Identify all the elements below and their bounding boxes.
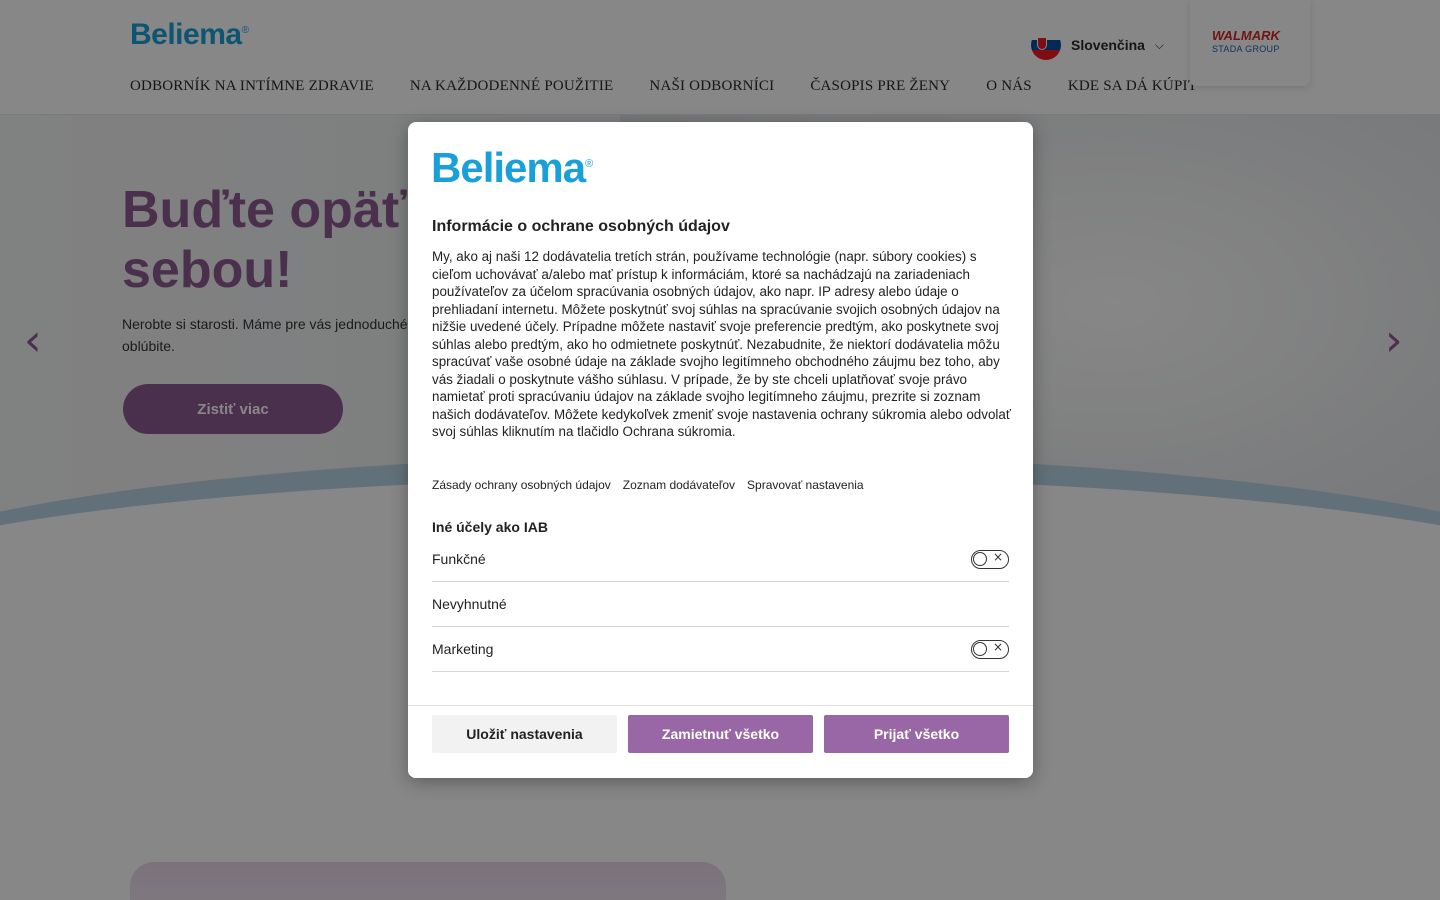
reject-all-button[interactable]: Zamietnuť všetko [628, 715, 813, 753]
modal-body-text: My, ako aj naši 12 dodávatelia tretích s… [432, 249, 1011, 439]
toggle-knob [973, 551, 987, 566]
purpose-label: Nevyhnutné [432, 596, 507, 612]
purpose-row-functional: Funkčné × [432, 537, 1009, 582]
purpose-row-necessary: Nevyhnutné [432, 582, 1009, 627]
non-iab-purposes-label: Iné účely ako IAB [432, 519, 548, 535]
toggle-knob [973, 641, 987, 656]
vendor-list-link[interactable]: Zoznam dodávateľov [623, 478, 735, 492]
functional-toggle[interactable]: × [971, 549, 1009, 569]
purpose-label: Funkčné [432, 551, 486, 567]
save-settings-button[interactable]: Uložiť nastavenia [432, 715, 617, 753]
cookie-consent-dialog: Beliema® Informácie o ochrane osobných ú… [408, 122, 1033, 778]
manage-settings-link[interactable]: Spravovať nastavenia [747, 478, 864, 492]
modal-links: Zásady ochrany osobných údajov Zoznam do… [432, 478, 864, 492]
accept-all-button[interactable]: Prijať všetko [824, 715, 1009, 753]
close-icon: × [992, 549, 1003, 564]
modal-footer: Uložiť nastavenia Zamietnuť všetko Prija… [408, 705, 1033, 778]
purpose-row-marketing: Marketing × [432, 627, 1009, 672]
modal-beliema-logo: Beliema® [431, 144, 593, 191]
purpose-label: Marketing [432, 641, 494, 657]
modal-title: Informácie o ochrane osobných údajov [432, 218, 730, 235]
privacy-policy-link[interactable]: Zásady ochrany osobných údajov [432, 478, 611, 492]
marketing-toggle[interactable]: × [971, 639, 1009, 659]
close-icon: × [992, 639, 1003, 654]
